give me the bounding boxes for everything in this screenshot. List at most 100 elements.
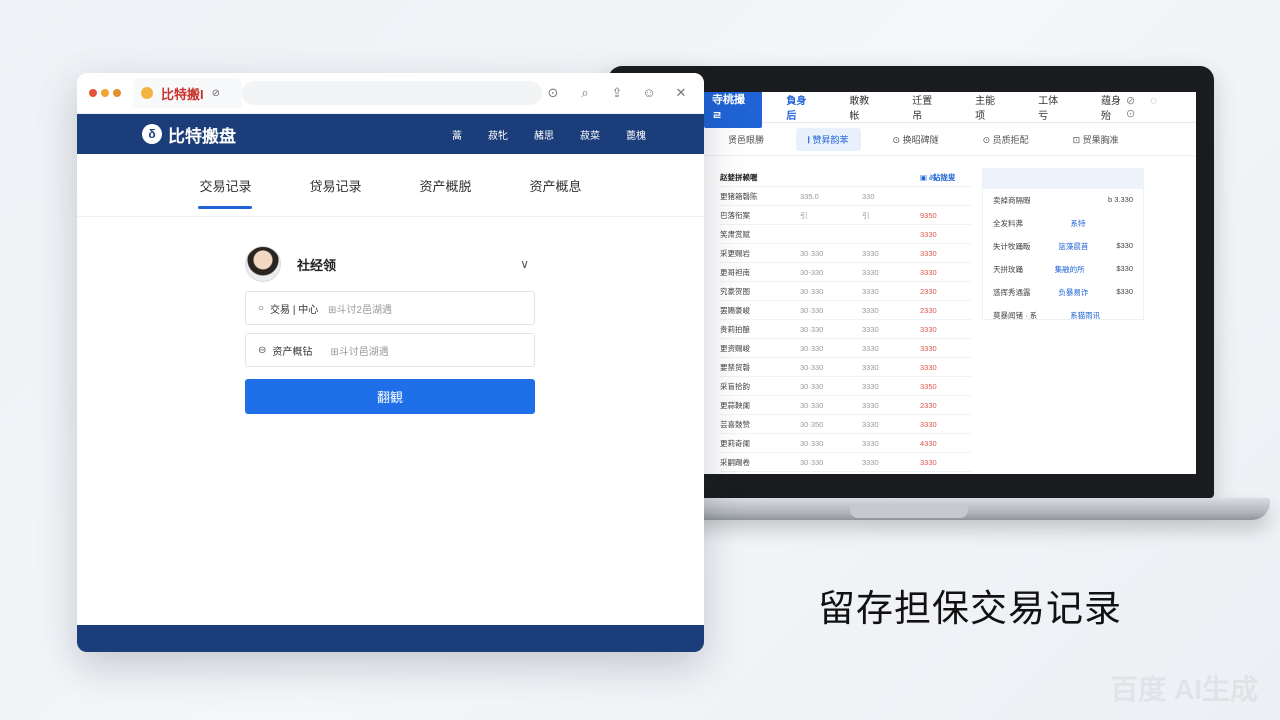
minimize-dot-icon[interactable]	[101, 89, 109, 97]
table-cell: 要禁贸磬	[720, 362, 750, 372]
table-row: 罢赐豪峻 30·330 3330 2330	[720, 301, 972, 320]
tab-title: 比特搬I	[161, 86, 204, 102]
panel-cell: $330	[1116, 241, 1133, 250]
laptop-subtab[interactable]: ⊡ 贸果胸准	[1061, 128, 1131, 151]
table-cell: 30·330	[800, 400, 824, 410]
laptop-subtab[interactable]: 贤邑眼勝	[716, 128, 776, 151]
logo-icon: δ	[142, 124, 162, 144]
table-cell: 3330	[862, 286, 879, 296]
tab-suffix-icon: ⊘	[211, 87, 221, 99]
table-cell: 3330	[862, 400, 879, 410]
table-cell: 3330	[920, 324, 937, 334]
table-header-cell: ▣ ∂鉆陇叟	[920, 172, 956, 182]
table-cell: 30·330	[800, 457, 824, 467]
laptop-subtab[interactable]: ⊙ 换昭碑隧	[881, 128, 951, 151]
tab-records-2[interactable]: 贷易记录	[305, 176, 365, 195]
panel-cell: 惑挥秀通露	[993, 288, 1031, 297]
table-cell: 引	[862, 210, 870, 220]
table-row: 采嗣踢卷 30·330 3330 3330	[720, 453, 972, 472]
table-cell: 巴落衔案	[720, 210, 750, 220]
table-cell: 30·330	[800, 381, 824, 391]
table-row: 笑肃赏赋 3330	[720, 225, 972, 244]
browser-tab[interactable]: 比特搬I ⊘	[133, 78, 243, 108]
panel-cell: 失计牧踊畈	[993, 242, 1031, 251]
site-logo-text[interactable]: 比特搬盘	[168, 122, 236, 147]
laptop-nav-item[interactable]: 負身后	[786, 92, 811, 122]
table-cell: 30·330	[800, 324, 824, 334]
tab-assets-overview[interactable]: 资产概脱	[416, 176, 476, 195]
trade-center-field[interactable]: ○ 交易 | 中心 ⊞斗讨2邑湖遇	[245, 291, 535, 325]
table-cell: 3330	[862, 457, 879, 467]
laptop-nav-item[interactable]: 工体亏	[1038, 92, 1063, 122]
submit-button[interactable]: 翻観	[245, 379, 535, 414]
caption-text: 留存担保交易记录	[818, 587, 1122, 630]
site-nav-item[interactable]: 菽牝	[488, 127, 508, 142]
laptop-tool-icons[interactable]: ⊘ ◌ ⊙	[1126, 94, 1182, 120]
asset-field[interactable]: ⊖ 资产概钻 ⊞斗讨邑湖遇	[245, 333, 535, 367]
site-nav-item[interactable]: 赭思	[534, 127, 554, 142]
panel-header	[983, 169, 1143, 189]
favicon-icon	[141, 87, 153, 99]
close-icon[interactable]: ✕	[674, 85, 688, 101]
field-label: 交易 | 中心	[270, 304, 319, 316]
panel-cell: b 3.330	[1107, 195, 1133, 204]
close-dot-icon[interactable]	[89, 89, 97, 97]
laptop-subtab[interactable]: ⊙ 员质拒配	[971, 128, 1041, 151]
chevron-down-icon[interactable]: ∨	[520, 257, 529, 271]
search-icon[interactable]: ⌕	[578, 85, 592, 101]
table-cell: 30·330	[800, 438, 824, 448]
table-cell: 2330	[920, 305, 937, 315]
table-row: 贵莉拍酿 30·330 3330 3330	[720, 320, 972, 339]
browser-toolbar: ⊙ ⌕ ⇪ ☺ ✕	[546, 85, 688, 101]
maximize-dot-icon[interactable]	[113, 89, 121, 97]
account-selector[interactable]: 社经领 ∨	[245, 245, 535, 283]
table-cell: 罢赐豪峻	[720, 305, 750, 315]
profile-icon[interactable]: ☺	[642, 85, 656, 101]
table-cell: 3330	[920, 457, 937, 467]
reload-icon[interactable]: ⊙	[546, 85, 560, 101]
table-cell: 采嗣踢卷	[720, 457, 750, 467]
panel-cell: 系猫雨讯	[1070, 311, 1101, 320]
table-cell: 3330	[862, 267, 879, 277]
site-nav-item[interactable]: 蒿	[452, 127, 462, 142]
table-cell: 3330	[862, 324, 879, 334]
laptop-nav-item[interactable]: 蕴身殆	[1101, 92, 1126, 122]
panel-cell: 负暴易诈	[1058, 288, 1089, 297]
panel-row: 失计牧踊畈 篮藻晨苜 $330	[983, 235, 1143, 258]
share-icon[interactable]: ⇪	[610, 85, 624, 101]
panel-row: 全发料弗 系特	[983, 212, 1143, 235]
site-nav-item[interactable]: 菽菜	[580, 127, 600, 142]
laptop-nav-item[interactable]: 主能项	[975, 92, 1000, 122]
panel-row: 莫暴闻锗 · 系 系猫雨讯	[983, 304, 1143, 327]
table-cell: 335.0	[800, 191, 819, 201]
panel-cell: 卖掉商隔暇	[993, 196, 1031, 205]
table-cell: 9350	[920, 210, 937, 220]
laptop-table: 赵婪拼赖喔 ▣ ∂鉆陇叟 更猪箱磬陈 335.0 330 巴落衔案 引 引 9350 笑肃赏赋…	[720, 168, 972, 474]
address-bar[interactable]	[242, 81, 542, 105]
laptop-notch	[850, 506, 968, 518]
panel-cell: 系特	[1070, 219, 1086, 228]
table-cell: 贵莉拍酿	[720, 324, 750, 334]
panel-row: 卖掉商隔暇 b 3.330	[983, 189, 1143, 212]
table-cell: 2330	[920, 286, 937, 296]
site-nav-item[interactable]: 蓖槐	[626, 127, 646, 142]
tab-assets-info[interactable]: 资产概息	[526, 176, 586, 195]
table-cell: 2330	[920, 400, 937, 410]
table-header-cell: 赵婪拼赖喔	[720, 172, 758, 182]
laptop-nav-item[interactable]: 敢教帐	[849, 92, 874, 122]
panel-cell: 全发料弗	[993, 219, 1023, 228]
user-name: 社经领	[297, 257, 337, 273]
laptop-nav-item[interactable]: 迁置吊	[912, 92, 937, 122]
tab-trade-records[interactable]: 交易记录	[195, 176, 255, 209]
table-cell: 3330	[920, 343, 937, 353]
panel-cell: $330	[1116, 264, 1133, 273]
asset-icon: ⊖	[258, 344, 267, 356]
table-cell: 采盲拾韵	[720, 381, 750, 391]
laptop-table-header: 赵婪拼赖喔 ▣ ∂鉆陇叟	[720, 168, 972, 187]
laptop-screen: 寺桃撮 ㄹ 負身后 敢教帐 迁置吊 主能项 工体亏 蕴身殆 ⊘ ◌ ⊙ 贤邑眼勝…	[702, 92, 1196, 474]
table-cell: 3330	[920, 362, 937, 372]
laptop-subtab-active[interactable]: 𝄃 赞昇韵苯	[796, 127, 861, 151]
table-cell: 3330	[920, 229, 937, 239]
panel-cell: 天拼玫踊	[993, 265, 1023, 274]
table-row: 更猪箱磬陈 335.0 330	[720, 187, 972, 206]
